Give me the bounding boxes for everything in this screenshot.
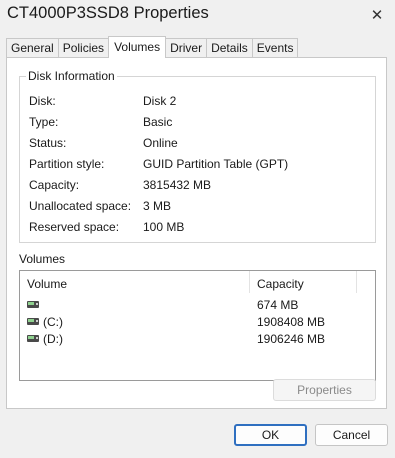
tab-events[interactable]: Events	[251, 38, 299, 58]
close-button[interactable]: ✕	[359, 0, 395, 30]
volumes-tab-panel: Disk Information Disk: Disk 2 Type: Basi…	[6, 57, 387, 409]
volume-name: (C:)	[43, 315, 63, 329]
unallocated-space-label: Unallocated space:	[29, 199, 132, 213]
volume-row[interactable]: (C:) 1908408 MB	[20, 314, 375, 330]
disk-value: Disk 2	[143, 94, 177, 108]
window-title: CT4000P3SSD8 Properties	[7, 4, 209, 22]
tab-driver[interactable]: Driver	[165, 38, 208, 58]
disk-information-group: Disk Information Disk: Disk 2 Type: Basi…	[19, 69, 376, 243]
tab-bar: General Policies Volumes Driver Details …	[6, 36, 299, 58]
cancel-button[interactable]: Cancel	[315, 424, 388, 446]
column-divider[interactable]	[356, 271, 357, 293]
unallocated-space-value: 3 MB	[143, 199, 172, 213]
disk-label: Disk:	[29, 94, 56, 108]
partition-style-label: Partition style:	[29, 157, 105, 171]
properties-button[interactable]: Properties	[273, 379, 376, 401]
tab-policies[interactable]: Policies	[57, 38, 110, 58]
ok-button[interactable]: OK	[234, 424, 307, 446]
column-divider[interactable]	[249, 271, 250, 293]
status-value: Online	[143, 136, 178, 150]
volume-capacity: 1908408 MB	[257, 315, 326, 329]
capacity-value: 3815432 MB	[143, 178, 212, 192]
drive-icon	[27, 301, 39, 308]
tab-general[interactable]: General	[6, 38, 59, 58]
volume-capacity: 1906246 MB	[257, 332, 326, 346]
reserved-space-label: Reserved space:	[29, 220, 120, 234]
close-icon: ✕	[370, 7, 384, 24]
partition-style-value: GUID Partition Table (GPT)	[143, 157, 289, 171]
reserved-space-value: 100 MB	[143, 220, 185, 234]
type-label: Type:	[29, 115, 59, 129]
volume-name: (D:)	[43, 332, 63, 346]
volumes-list[interactable]: Volume Capacity 674 MB (C:) 1908408 MB (…	[19, 270, 376, 381]
tab-volumes[interactable]: Volumes	[108, 36, 167, 58]
volume-capacity: 674 MB	[257, 298, 299, 312]
status-label: Status:	[29, 136, 67, 150]
column-header-volume[interactable]: Volume	[27, 277, 67, 291]
volumes-label: Volumes	[19, 252, 66, 266]
capacity-label: Capacity:	[29, 178, 80, 192]
volume-row[interactable]: 674 MB	[20, 297, 375, 313]
volumes-list-header: Volume Capacity	[20, 271, 375, 293]
column-header-capacity[interactable]: Capacity	[257, 277, 304, 291]
disk-information-legend: Disk Information	[26, 69, 117, 83]
type-value: Basic	[143, 115, 173, 129]
drive-icon	[27, 335, 39, 342]
tab-details[interactable]: Details	[206, 38, 253, 58]
volume-row[interactable]: (D:) 1906246 MB	[20, 331, 375, 347]
drive-icon	[27, 318, 39, 325]
